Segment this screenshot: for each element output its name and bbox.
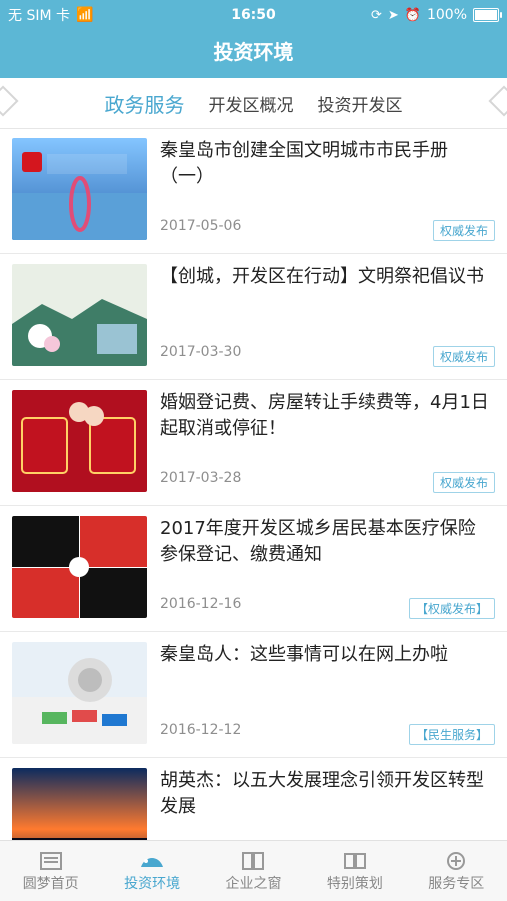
news-tag: 权威发布 (432, 472, 495, 493)
nav-invest[interactable]: 投资环境 (101, 849, 202, 893)
top-bar: 无 SIM 卡 📶 16:50 ⟳ ➤ ⏰ 100% 投资环境 (0, 0, 507, 78)
nav-enterprise-label: 企业之窗 (225, 876, 282, 892)
nav-service[interactable]: 服务专区 (406, 849, 507, 893)
news-thumbnail (12, 264, 147, 366)
horse-icon (141, 858, 164, 867)
nav-enterprise[interactable]: 企业之窗 (203, 849, 304, 893)
news-thumbnail (12, 642, 147, 744)
news-thumbnail (12, 390, 147, 492)
nav-special[interactable]: 特别策划 (304, 849, 405, 893)
book-icon (242, 852, 265, 870)
news-tag: 【民生服务】 (408, 724, 495, 745)
email-at-keyboard-photo-icon (12, 642, 147, 744)
page-title: 投资环境 (213, 40, 294, 64)
service-icon (447, 852, 466, 870)
puzzle-medical-insurance-photo-icon (12, 516, 147, 618)
news-thumbnail (12, 138, 147, 240)
nav-service-label: 服务专区 (428, 876, 485, 892)
status-time: 16:50 (231, 7, 276, 23)
news-thumbnail (12, 768, 147, 840)
tab-invest-development[interactable]: 投资开发区 (318, 91, 403, 116)
news-tag: 权威发布 (432, 220, 495, 241)
news-title[interactable]: 【创城，开发区在行动】文明祭祀倡议书 (160, 264, 490, 290)
tab-government-service[interactable]: 政务服务 (105, 89, 185, 118)
tab-development-overview[interactable]: 开发区概况 (209, 91, 294, 116)
open-book-icon (343, 853, 366, 869)
news-thumbnail (12, 516, 147, 618)
nav-special-label: 特别策划 (326, 876, 383, 892)
news-date: 2017-03-28 (160, 470, 242, 486)
news-title[interactable]: 2017年度开发区城乡居民基本医疗保险参保登记、缴费通知 (160, 516, 490, 568)
list-item[interactable]: 秦皇岛人：这些事情可以在网上办啦 2016-12-12 【民生服务】 (0, 632, 507, 758)
news-tag: 权威发布 (432, 346, 495, 367)
city-reflection-photo-icon (12, 138, 147, 240)
bottom-navigation: 圆梦首页 投资环境 企业之窗 特别策划 服务专区 (0, 840, 507, 901)
flowers-and-mountains-photo-icon (12, 264, 147, 366)
news-title[interactable]: 秦皇岛市创建全国文明城市市民手册（一） (160, 138, 490, 190)
tab-bar: 政务服务 开发区概况 投资开发区 (0, 78, 507, 129)
status-bar: 无 SIM 卡 📶 16:50 ⟳ ➤ ⏰ 100% (0, 0, 507, 30)
news-date: 2017-05-06 (160, 218, 242, 234)
news-title[interactable]: 婚姻登记费、房屋转让手续费等，4月1日起取消或停征！ (160, 390, 490, 442)
home-news-icon (39, 852, 62, 870)
news-date: 2016-12-16 (160, 596, 242, 612)
news-title[interactable]: 胡英杰：以五大发展理念引领开发区转型发展 (160, 768, 490, 820)
list-item[interactable]: 胡英杰：以五大发展理念引领开发区转型发展 (0, 758, 507, 840)
news-date: 2017-03-30 (160, 344, 242, 360)
news-date: 2016-12-12 (160, 722, 242, 738)
news-title[interactable]: 秦皇岛人：这些事情可以在网上办啦 (160, 642, 490, 668)
list-item[interactable]: 2017年度开发区城乡居民基本医疗保险参保登记、缴费通知 2016-12-16 … (0, 506, 507, 632)
list-item[interactable]: 【创城，开发区在行动】文明祭祀倡议书 2017-03-30 权威发布 (0, 254, 507, 380)
sunset-skyline-photo-icon (12, 768, 147, 840)
marriage-certificate-photo-icon (12, 390, 147, 492)
nav-invest-label: 投资环境 (124, 876, 181, 892)
list-item[interactable]: 婚姻登记费、房屋转让手续费等，4月1日起取消或停征！ 2017-03-28 权威… (0, 380, 507, 506)
battery-icon (473, 8, 502, 22)
list-item[interactable]: 秦皇岛市创建全国文明城市市民手册（一） 2017-05-06 权威发布 (0, 128, 507, 254)
nav-home[interactable]: 圆梦首页 (0, 849, 101, 893)
nav-home-label: 圆梦首页 (22, 876, 79, 892)
news-tag: 【权威发布】 (408, 598, 495, 619)
news-list: 秦皇岛市创建全国文明城市市民手册（一） 2017-05-06 权威发布 【创城，… (0, 128, 507, 840)
